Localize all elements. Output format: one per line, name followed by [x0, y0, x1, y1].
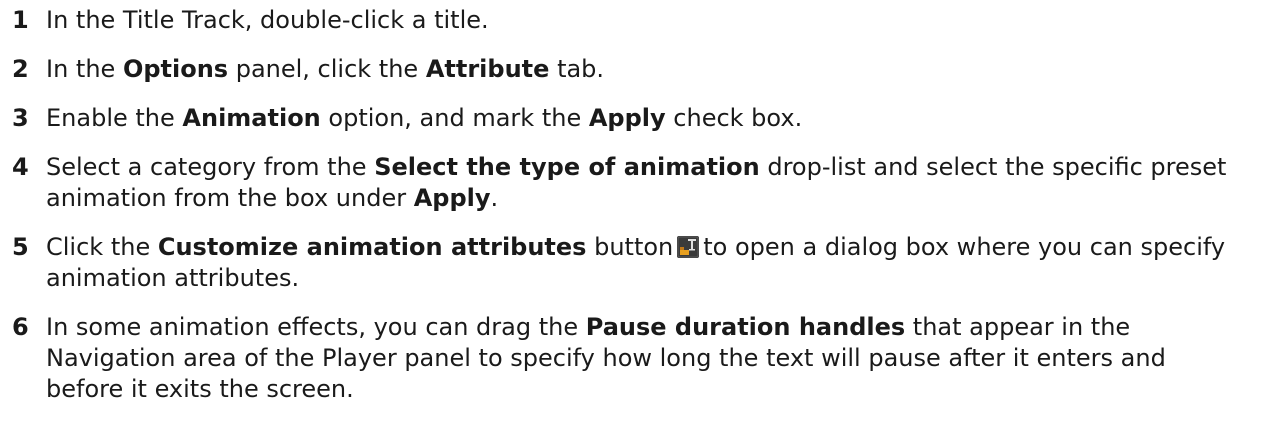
step-number: 3 [12, 104, 29, 132]
step-text: Select a category from the Select the ty… [46, 153, 1227, 212]
step-number: 5 [12, 233, 29, 261]
step-6: 6 In some animation effects, you can dra… [12, 312, 1264, 405]
step-number: 6 [12, 313, 29, 341]
step-number: 1 [12, 6, 29, 34]
step-text: Click the Customize animation attributes… [46, 233, 1226, 292]
bold-term: Animation [182, 104, 321, 132]
step-number: 4 [12, 153, 29, 181]
bold-term: Apply [588, 104, 666, 132]
step-text: In the Title Track, double-click a title… [46, 6, 489, 34]
bold-term: Attribute [425, 55, 550, 83]
step-text: Enable the Animation option, and mark th… [46, 104, 803, 132]
step-4: 4 Select a category from the Select the … [12, 152, 1264, 214]
instruction-steps: 1 In the Title Track, double-click a tit… [0, 0, 1264, 443]
step-text: In some animation effects, you can drag … [46, 313, 1166, 403]
step-2: 2 In the Options panel, click the Attrib… [12, 54, 1264, 85]
step-number: 2 [12, 55, 29, 83]
step-3: 3 Enable the Animation option, and mark … [12, 103, 1264, 134]
step-1: 1 In the Title Track, double-click a tit… [12, 5, 1264, 36]
bold-term: Select the type of animation [374, 153, 760, 181]
bold-term: Apply [413, 184, 491, 212]
step-5: 5 Click the Customize animation attribut… [12, 232, 1264, 294]
customize-animation-icon [677, 235, 700, 258]
bold-term: Options [122, 55, 229, 83]
bold-term: Customize animation attributes [157, 233, 587, 261]
bold-term: Pause duration handles [585, 313, 906, 341]
step-text: In the Options panel, click the Attribut… [46, 55, 605, 83]
